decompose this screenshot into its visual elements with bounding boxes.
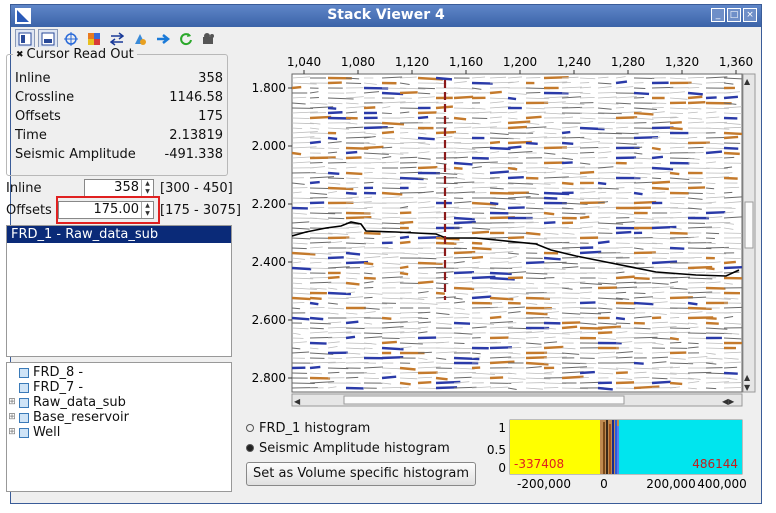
tree-item[interactable]: ⊞ Base_reservoir (7, 410, 231, 425)
x-axis-tick-label: 1,320 (665, 55, 699, 69)
y-axis-tick-label: 1.800 (252, 81, 286, 95)
readout-row-crossline: Crossline 1146.58 (15, 90, 223, 105)
expand-icon[interactable]: ⊞ (7, 410, 17, 425)
window-title: Stack Viewer 4 (327, 7, 445, 23)
tree-item[interactable]: FRD_7 - (7, 380, 231, 395)
histogram-bars (600, 420, 619, 474)
snapshot-icon[interactable] (199, 29, 219, 49)
spin-arrows-icon[interactable]: ▲ ▼ (141, 180, 153, 196)
radio-icon (246, 424, 254, 432)
x-axis-tick-label: 1,200 (503, 55, 537, 69)
x-axis-tick-label: 1,040 (287, 55, 321, 69)
close-button[interactable]: × (743, 8, 757, 22)
cursor-readout-title: Cursor Read Out (26, 47, 134, 62)
svg-text:◀▶: ◀▶ (722, 397, 735, 406)
histogram-min-label: -337408 (514, 457, 564, 471)
histogram-y-tick: 0 (498, 461, 506, 475)
collapse-icon[interactable]: ✖ (16, 50, 24, 60)
svg-text:◀: ◀ (294, 397, 301, 406)
readout-row-offsets: Offsets 175 (15, 109, 223, 124)
tree-item[interactable]: ⊞ Well (7, 425, 231, 440)
seismic-section-view[interactable]: 1,040 1,080 1,120 1,160 1,200 1,240 1,280 1,320… (236, 50, 756, 410)
display-settings-icon[interactable] (130, 29, 150, 49)
list-item-selected[interactable]: FRD_1 - Raw_data_sub (7, 226, 231, 243)
y-axis-tick-label: 2.200 (252, 197, 286, 211)
vertical-scroll-thumb[interactable] (744, 201, 754, 249)
layer-icon (19, 397, 29, 408)
palette-icon[interactable] (84, 29, 104, 49)
histogram-y-tick: 0.5 (487, 443, 506, 457)
refresh-icon[interactable] (176, 29, 196, 49)
expand-icon[interactable]: ⊞ (7, 395, 17, 410)
cursor-readout-header[interactable]: ✖ Cursor Read Out (13, 47, 137, 62)
amplitude-histogram[interactable]: -337408 486144 1 0.5 0 -200,000 0 200,00… (476, 416, 756, 496)
y-axis-tick-label: 2.400 (252, 255, 286, 269)
histogram-x-tick: -200,000 (517, 477, 571, 491)
x-axis-tick-label: 1,280 (611, 55, 645, 69)
title-bar[interactable]: Stack Viewer 4 _ □ × (11, 5, 761, 27)
histogram-x-tick: 200,000 (646, 477, 696, 491)
navigate-icon[interactable] (153, 29, 173, 49)
layer-icon (19, 412, 29, 423)
flip-axis-icon[interactable] (107, 29, 127, 49)
histogram-options: FRD_1 histogram Seismic Amplitude histog… (246, 418, 450, 458)
x-axis-tick-label: 1,160 (449, 55, 483, 69)
highlight-box (56, 196, 160, 224)
inline-range: [300 - 450] (160, 180, 233, 196)
x-axis-tick-label: 1,240 (557, 55, 591, 69)
crosshair-icon[interactable] (61, 29, 81, 49)
svg-text:▲: ▲ (744, 373, 751, 382)
x-axis-tick-label: 1,080 (341, 55, 375, 69)
layer-icon (19, 427, 29, 438)
inline-label: Inline (6, 180, 42, 196)
cursor-readout-group: ✖ Cursor Read Out Inline 358 Crossline 114… (6, 47, 228, 176)
offsets-label: Offsets (6, 202, 52, 218)
object-tree: FRD_8 - FRD_7 - ⊞ Raw_data_sub ⊞ Base_rese… (6, 362, 232, 492)
layer-icon (19, 367, 29, 378)
svg-text:▲: ▲ (744, 77, 751, 86)
view-mode-2-icon[interactable] (38, 29, 58, 49)
inline-control: Inline 358 ▲ ▼ [300 - 450] (6, 179, 233, 197)
minimize-button[interactable]: _ (711, 8, 725, 22)
view-mode-icon[interactable] (15, 29, 35, 49)
tree-item[interactable]: FRD_8 - (7, 365, 231, 380)
horizontal-scroll-thumb[interactable] (343, 395, 625, 405)
histogram-max-label: 486144 (692, 457, 738, 471)
histogram-x-tick: 0 (600, 477, 608, 491)
seismic-amplitude-histogram-radio[interactable]: Seismic Amplitude histogram (246, 438, 450, 458)
histogram-x-tick: 400,000 (697, 477, 747, 491)
frd1-histogram-radio[interactable]: FRD_1 histogram (246, 418, 450, 438)
histogram-y-tick: 1 (498, 421, 506, 435)
y-axis-tick-label: 2.800 (252, 371, 286, 385)
data-list: FRD_1 - Raw_data_sub (6, 225, 232, 357)
y-axis-tick-label: 2.000 (252, 139, 286, 153)
offsets-range: [175 - 3075] (160, 202, 241, 218)
x-axis-tick-label: 1,120 (395, 55, 429, 69)
tree-item[interactable]: ⊞ Raw_data_sub (7, 395, 231, 410)
readout-row-inline: Inline 358 (15, 71, 223, 86)
inline-spinbox[interactable]: 358 ▲ ▼ (84, 179, 154, 197)
svg-text:▼: ▼ (744, 383, 751, 392)
y-axis-tick-label: 2.600 (252, 313, 286, 327)
set-volume-histogram-button[interactable]: Set as Volume specific histogram (246, 462, 476, 486)
expand-icon[interactable]: ⊞ (7, 425, 17, 440)
layer-icon (19, 382, 29, 393)
readout-row-time: Time 2.13819 (15, 128, 223, 143)
maximize-button[interactable]: □ (727, 8, 741, 22)
radio-selected-icon (246, 444, 254, 452)
x-axis-tick-label: 1,360 (719, 55, 753, 69)
readout-row-amplitude: Seismic Amplitude -491.338 (15, 147, 223, 162)
